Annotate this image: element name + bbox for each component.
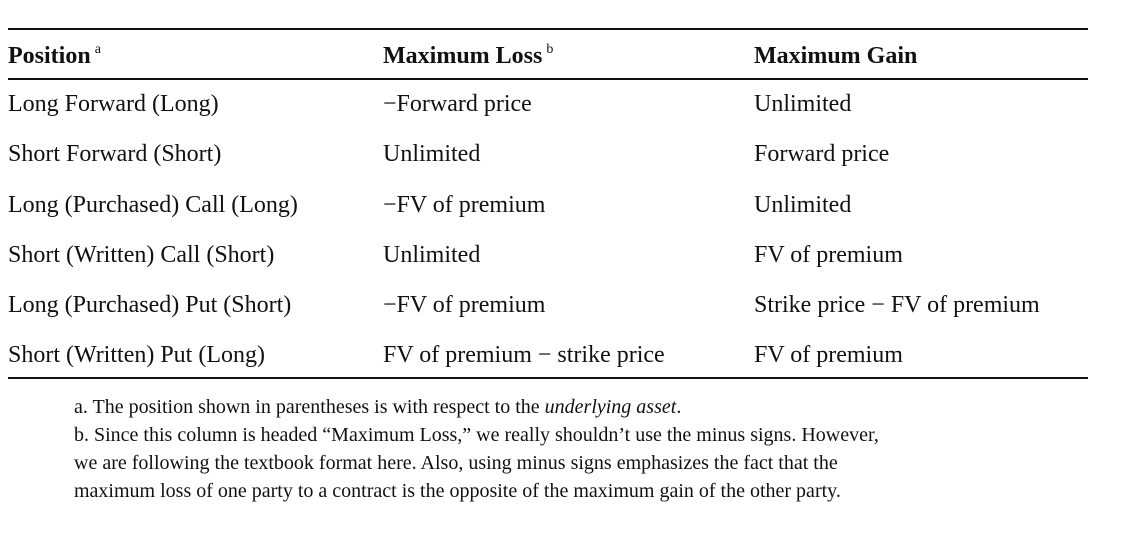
table-footnotes: a. The position shown in parentheses is … bbox=[74, 393, 1094, 505]
footnote-a: a. The position shown in parentheses is … bbox=[74, 396, 682, 418]
cell-maximum-gain: Unlimited bbox=[754, 91, 852, 117]
footnote-b-line: b. Since this column is headed “Maximum … bbox=[74, 424, 879, 446]
cell-position: Short Forward (Short) bbox=[8, 141, 222, 167]
header-position: Position a bbox=[8, 42, 101, 70]
footnote-b-line: maximum loss of one party to a contract … bbox=[74, 480, 841, 502]
cell-maximum-gain: Forward price bbox=[754, 141, 890, 167]
table-bottom-rule bbox=[8, 377, 1088, 379]
footnote-a-emphasis: underlying asset bbox=[544, 396, 677, 418]
cell-maximum-loss: −Forward price bbox=[383, 91, 532, 117]
cell-position: Long (Purchased) Put (Short) bbox=[8, 292, 292, 318]
footnote-b-line: we are following the textbook format her… bbox=[74, 452, 838, 474]
cell-position: Short (Written) Call (Short) bbox=[8, 242, 275, 268]
cell-position: Short (Written) Put (Long) bbox=[8, 342, 265, 368]
header-rule bbox=[8, 78, 1088, 80]
cell-maximum-gain: FV of premium bbox=[754, 342, 903, 368]
cell-maximum-loss: FV of premium − strike price bbox=[383, 342, 665, 368]
cell-maximum-loss: −FV of premium bbox=[383, 192, 546, 218]
footnote-marker-b: b bbox=[546, 42, 554, 57]
cell-position: Long Forward (Long) bbox=[8, 91, 219, 117]
cell-maximum-gain: Unlimited bbox=[754, 192, 852, 218]
cell-maximum-gain: FV of premium bbox=[754, 242, 903, 268]
cell-maximum-loss: −FV of premium bbox=[383, 292, 546, 318]
header-maximum-loss: Maximum Loss b bbox=[383, 42, 554, 70]
table-top-rule bbox=[8, 28, 1088, 30]
header-maximum-gain: Maximum Gain bbox=[754, 43, 918, 69]
cell-maximum-loss: Unlimited bbox=[383, 242, 481, 268]
footnote-marker-a: a bbox=[94, 42, 101, 57]
cell-maximum-gain: Strike price − FV of premium bbox=[754, 292, 1040, 318]
cell-position: Long (Purchased) Call (Long) bbox=[8, 192, 298, 218]
cell-maximum-loss: Unlimited bbox=[383, 141, 481, 167]
